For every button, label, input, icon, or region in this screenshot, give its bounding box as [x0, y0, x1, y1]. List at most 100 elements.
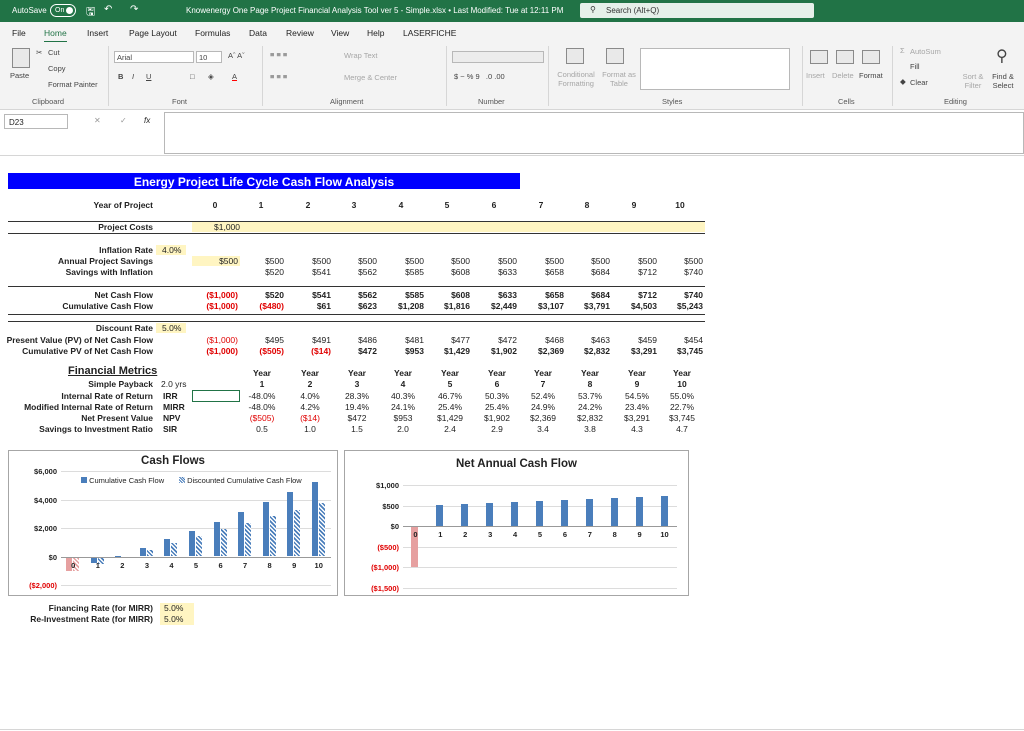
tab-formulas[interactable]: Formulas: [195, 28, 230, 38]
metric-value[interactable]: 4.2%: [286, 402, 334, 413]
format-as-table-button[interactable]: Format as Table: [602, 70, 636, 88]
net-cf-cell[interactable]: $658: [516, 290, 564, 301]
metric-value[interactable]: 4.7: [658, 424, 706, 435]
annual-savings-cell[interactable]: $500: [422, 256, 470, 267]
number-format-select[interactable]: [452, 51, 544, 63]
net-cf-cell[interactable]: $633: [469, 290, 517, 301]
savings-infl-cell[interactable]: $658: [516, 267, 564, 278]
function-icon[interactable]: fx: [144, 116, 150, 125]
savings-infl-cell[interactable]: $740: [655, 267, 703, 278]
delete-cells-icon[interactable]: [836, 50, 854, 64]
search-box[interactable]: ⚲ Search (Alt+Q): [580, 3, 814, 18]
metric-value[interactable]: $472: [333, 413, 381, 424]
autosum-icon[interactable]: Σ: [900, 46, 905, 55]
metric-value[interactable]: $2,832: [566, 413, 614, 424]
net-cf-cell[interactable]: ($1,000): [190, 290, 238, 301]
metric-value[interactable]: -48.0%: [238, 391, 286, 402]
worksheet[interactable]: Energy Project Life Cycle Cash Flow Anal…: [0, 157, 1024, 731]
metric-value[interactable]: 23.4%: [613, 402, 661, 413]
bold-icon[interactable]: B: [118, 72, 123, 81]
metric-value[interactable]: 1.5: [333, 424, 381, 435]
reinvestment-rate-value[interactable]: 5.0%: [164, 614, 183, 625]
metric-value[interactable]: 46.7%: [426, 391, 474, 402]
align-top-icon[interactable]: ≡ ≡ ≡: [270, 50, 287, 59]
pv-cell[interactable]: $495: [236, 335, 284, 346]
net-cf-cell[interactable]: $562: [329, 290, 377, 301]
metric-value[interactable]: $2,369: [519, 413, 567, 424]
grow-font-icon[interactable]: Aˆ Aˇ: [228, 51, 245, 60]
metric-value[interactable]: 2.4: [426, 424, 474, 435]
inflation-rate-value[interactable]: 4.0%: [162, 245, 181, 256]
annual-savings-cell[interactable]: $500: [329, 256, 377, 267]
net-cf-cell[interactable]: $608: [422, 290, 470, 301]
borders-icon[interactable]: □: [190, 72, 195, 81]
tab-view[interactable]: View: [331, 28, 349, 38]
conditional-formatting-icon[interactable]: [566, 48, 584, 64]
insert-cells-icon[interactable]: [810, 50, 828, 64]
styles-gallery[interactable]: [640, 48, 790, 90]
pv-cell[interactable]: $491: [283, 335, 331, 346]
pv-cell[interactable]: ($1,000): [190, 335, 238, 346]
metric-value[interactable]: $3,745: [658, 413, 706, 424]
cum-pv-cell[interactable]: ($1,000): [190, 346, 238, 357]
metric-value[interactable]: $953: [379, 413, 427, 424]
metric-value[interactable]: $1,902: [473, 413, 521, 424]
tab-laserfiche[interactable]: LASERFICHE: [403, 28, 456, 38]
savings-infl-cell[interactable]: $585: [376, 267, 424, 278]
enter-icon[interactable]: ✓: [120, 116, 127, 125]
cum-cf-cell[interactable]: $1,208: [376, 301, 424, 312]
cum-cf-cell[interactable]: $623: [329, 301, 377, 312]
pv-cell[interactable]: $486: [329, 335, 377, 346]
pv-cell[interactable]: $468: [516, 335, 564, 346]
annual-savings-cell[interactable]: $500: [376, 256, 424, 267]
metric-value[interactable]: 25.4%: [426, 402, 474, 413]
savings-infl-cell[interactable]: $608: [422, 267, 470, 278]
metric-value[interactable]: 0.5: [238, 424, 286, 435]
tab-review[interactable]: Review: [286, 28, 314, 38]
undo-icon[interactable]: ↶: [104, 4, 112, 15]
font-name-select[interactable]: Arial: [114, 51, 194, 63]
name-box[interactable]: D23: [4, 114, 68, 129]
cum-cf-cell[interactable]: $1,816: [422, 301, 470, 312]
savings-infl-cell[interactable]: $712: [609, 267, 657, 278]
metric-value[interactable]: $1,429: [426, 413, 474, 424]
cut-icon[interactable]: ✂: [36, 48, 42, 57]
metric-value[interactable]: 53.7%: [566, 391, 614, 402]
savings-infl-cell[interactable]: $520: [236, 267, 284, 278]
net-cf-cell[interactable]: $712: [609, 290, 657, 301]
insert-cells-button[interactable]: Insert: [806, 71, 825, 80]
tab-insert[interactable]: Insert: [87, 28, 108, 38]
metric-value[interactable]: 40.3%: [379, 391, 427, 402]
savings-infl-cell[interactable]: $684: [562, 267, 610, 278]
tab-help[interactable]: Help: [367, 28, 384, 38]
metric-value[interactable]: 28.3%: [333, 391, 381, 402]
metric-value[interactable]: -48.0%: [238, 402, 286, 413]
cum-pv-cell[interactable]: ($14): [283, 346, 331, 357]
font-color-icon[interactable]: A: [232, 72, 237, 81]
fill-color-icon[interactable]: ◈: [208, 72, 214, 81]
net-annual-cash-flow-chart[interactable]: Net Annual Cash Flow $1,000 $500 $0 ($500)(…: [344, 450, 689, 596]
metric-value[interactable]: 24.1%: [379, 402, 427, 413]
redo-icon[interactable]: ↷: [130, 4, 138, 15]
font-size-select[interactable]: 10: [196, 51, 222, 63]
tab-page-layout[interactable]: Page Layout: [129, 28, 177, 38]
pv-cell[interactable]: $463: [562, 335, 610, 346]
copy-button[interactable]: Copy: [48, 64, 66, 73]
tab-home[interactable]: Home: [44, 28, 67, 43]
cum-pv-cell[interactable]: $2,832: [562, 346, 610, 357]
underline-icon[interactable]: U: [146, 72, 151, 81]
pv-cell[interactable]: $454: [655, 335, 703, 346]
savings-infl-cell[interactable]: $633: [469, 267, 517, 278]
cum-pv-cell[interactable]: ($505): [236, 346, 284, 357]
metric-value[interactable]: 19.4%: [333, 402, 381, 413]
format-table-icon[interactable]: [606, 48, 624, 64]
metric-value[interactable]: 4.3: [613, 424, 661, 435]
cum-cf-cell[interactable]: $3,107: [516, 301, 564, 312]
cum-cf-cell[interactable]: $61: [283, 301, 331, 312]
cum-cf-cell[interactable]: ($1,000): [190, 301, 238, 312]
cum-cf-cell[interactable]: $5,243: [655, 301, 703, 312]
conditional-formatting-button[interactable]: Conditional Formatting: [554, 70, 598, 88]
italic-icon[interactable]: I: [132, 72, 134, 81]
metric-value[interactable]: $3,291: [613, 413, 661, 424]
format-cells-button[interactable]: Format: [859, 71, 883, 80]
